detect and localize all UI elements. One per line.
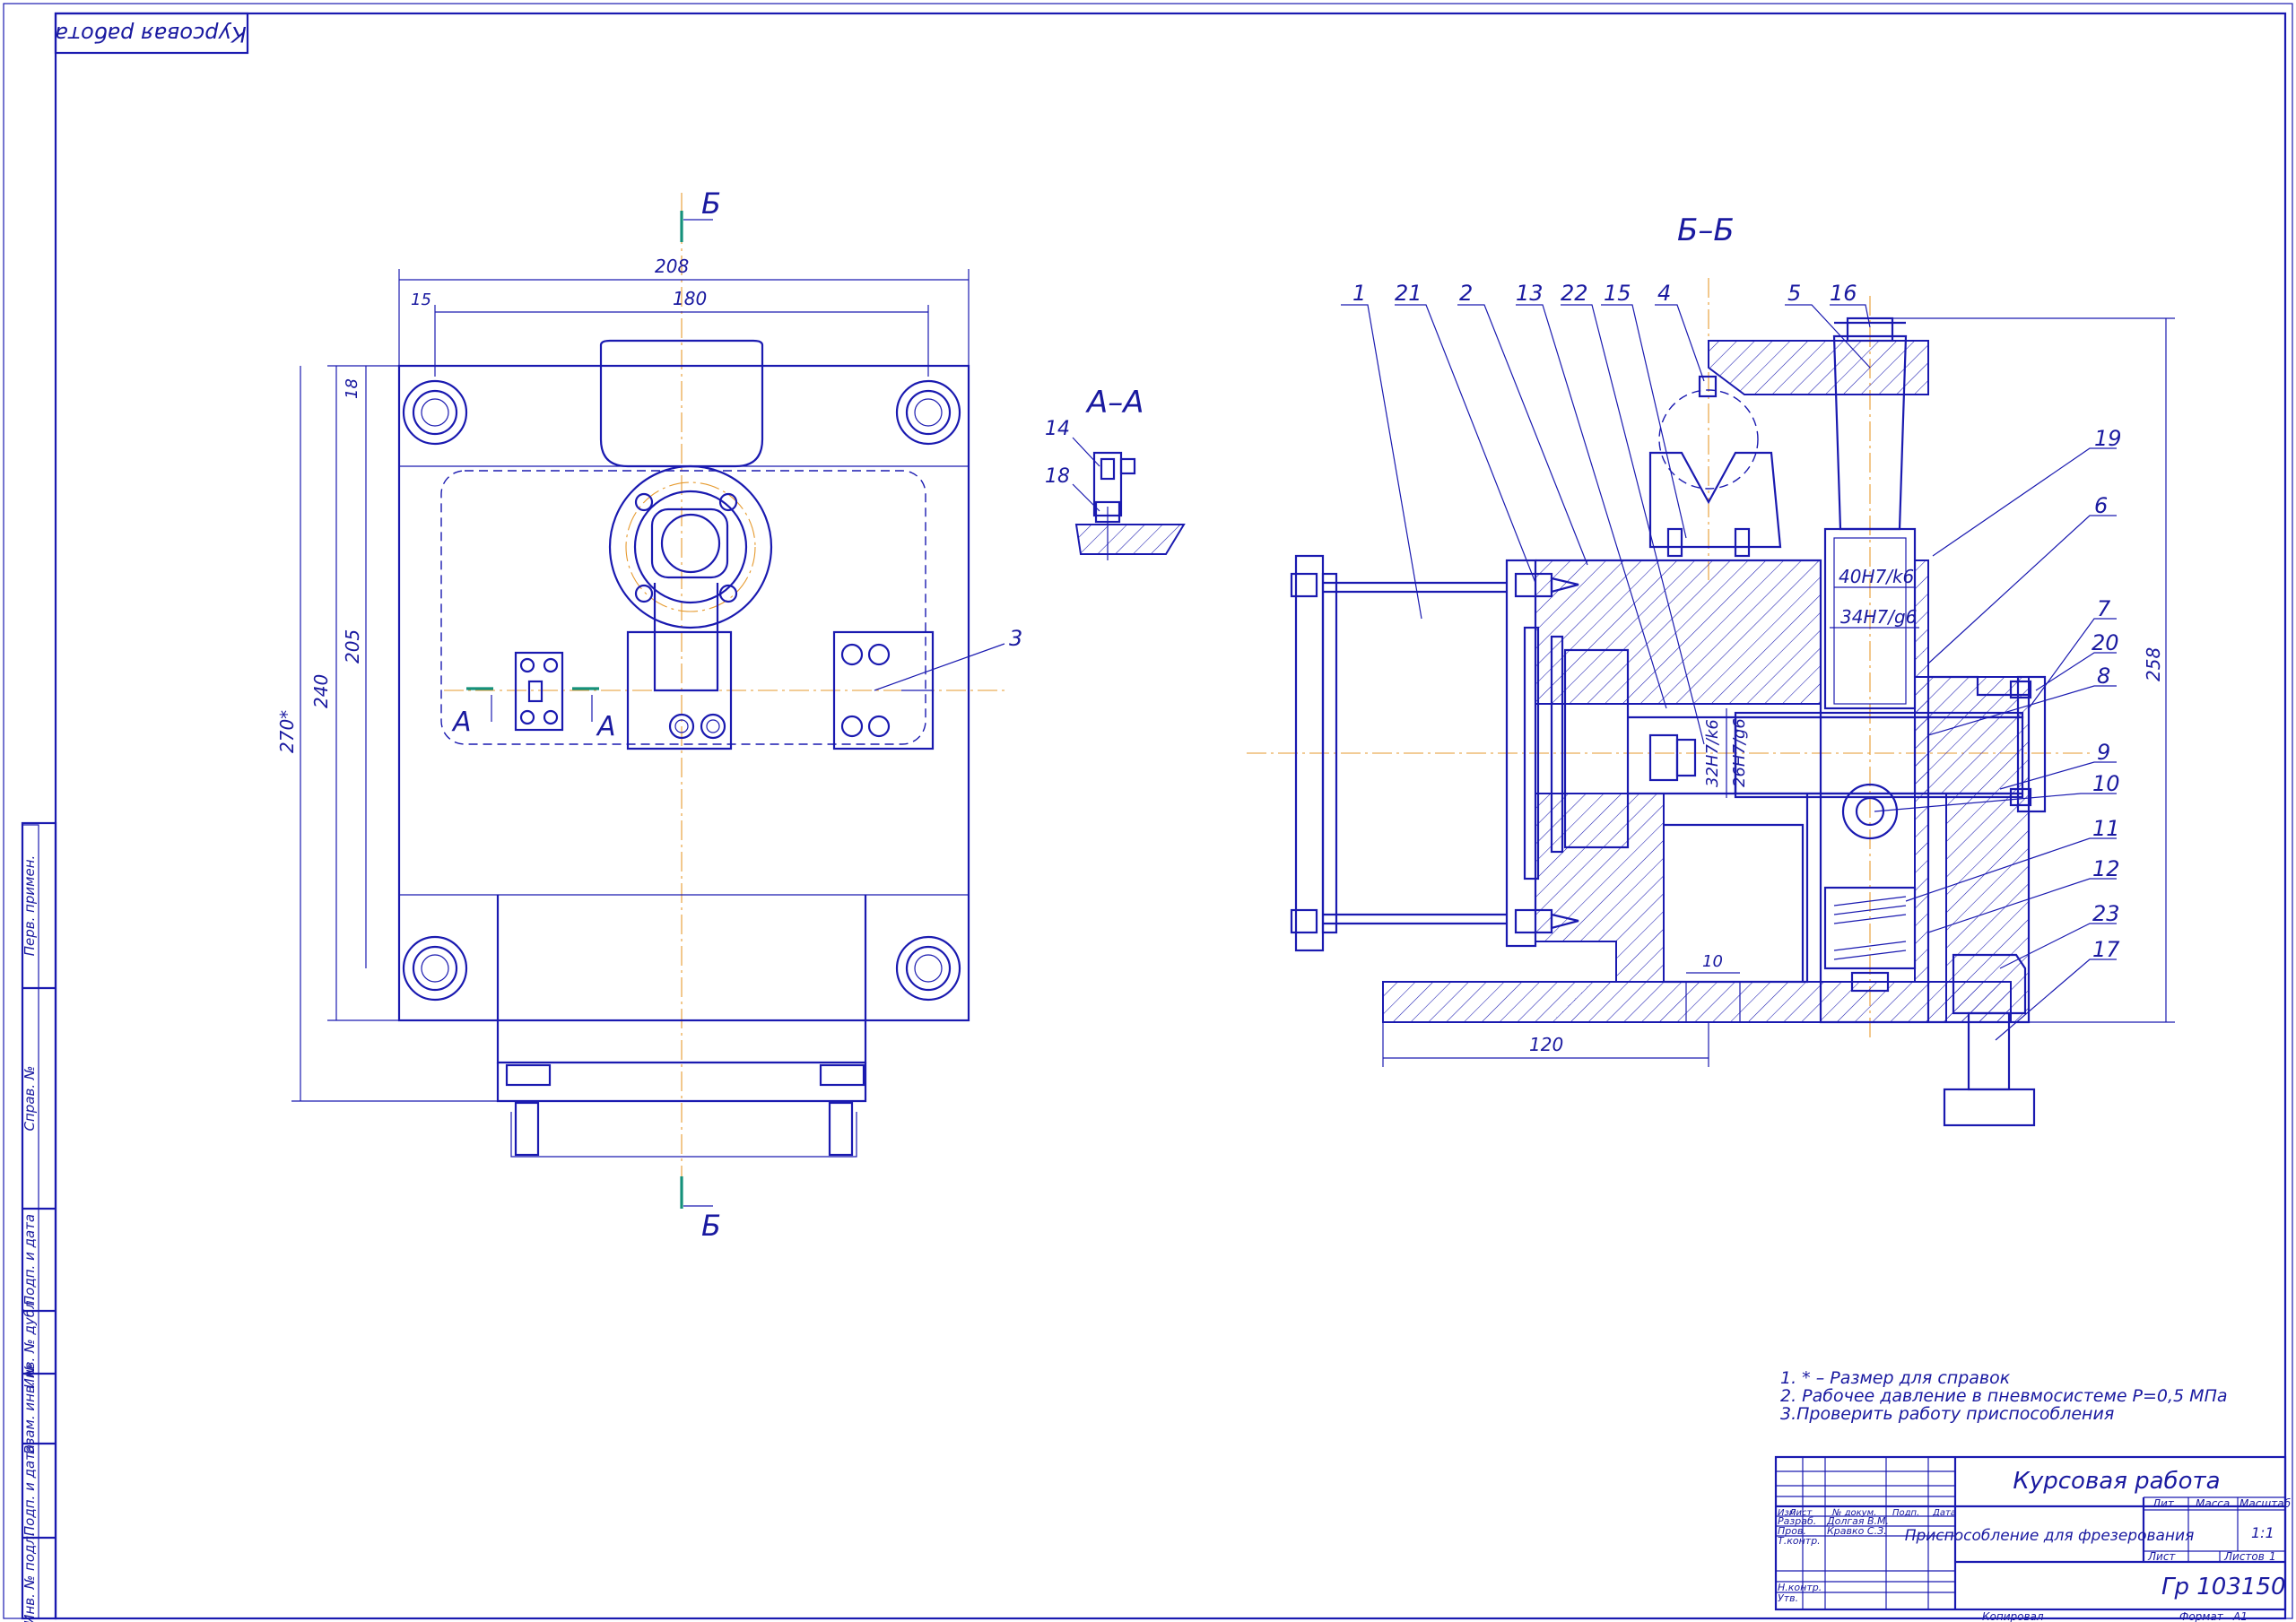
dim-15: 15 [411, 291, 431, 309]
callout-4: 4 [1657, 281, 1671, 306]
tb-sheet: Лист [2147, 1550, 2176, 1563]
plan-view: А А Б Б 208 180 15 18 205 240 270* 3 [276, 186, 1022, 1243]
tb-sheets-value: 1 [2269, 1550, 2276, 1563]
callout-15: 15 [1604, 281, 1631, 306]
section-aa-view: А–А 14 18 [1045, 385, 1186, 560]
note-line: 1. * – Размер для справок [1780, 1368, 2011, 1388]
technical-notes: 1. * – Размер для справок 2. Рабочее дав… [1780, 1368, 2228, 1424]
callout-22: 22 [1561, 281, 1588, 306]
strip-label: Взам. инв. № [22, 1363, 38, 1454]
dim-205: 205 [342, 629, 363, 664]
side-strip: Перв. примен. Справ. № Подп. и дата Инв.… [21, 821, 57, 1622]
tb-role: Т.контр. [1778, 1535, 1821, 1547]
tb-title: Курсовая работа [2013, 1468, 2220, 1495]
section-a-mark: А [451, 707, 472, 738]
callout-7: 7 [2097, 596, 2111, 621]
dim-180: 180 [673, 288, 707, 309]
note-line: 3.Проверить работу приспособления [1780, 1404, 2114, 1424]
tb-person: Кравко С.З. [1827, 1525, 1887, 1537]
tb-scale: Масштаб [2239, 1497, 2292, 1510]
dim-18: 18 [343, 378, 361, 399]
strip-label: Справ. № [22, 1066, 38, 1132]
tb-sheets: Листов [2223, 1550, 2265, 1563]
section-b-mark: Б [701, 1209, 721, 1243]
dim-120: 120 [1529, 1034, 1563, 1055]
callout-20: 20 [2092, 630, 2119, 655]
callout-12: 12 [2092, 856, 2120, 881]
dim-258: 258 [2143, 647, 2164, 681]
tb-format-value: А1 [2232, 1610, 2248, 1622]
section-a-mark: А [596, 711, 616, 742]
dim-34h7g6: 34H7/g6 [1840, 606, 1917, 628]
callout-18: 18 [1045, 465, 1070, 488]
tb-head: Подп. [1892, 1508, 1919, 1518]
dim-40h7k6: 40H7/k6 [1839, 566, 1914, 587]
callout-11: 11 [2092, 816, 2120, 841]
section-bb-view: Б–Б 40H7/k6 34H7/g6 32H7/k6 26H7/g6 258 … [1247, 213, 2175, 1127]
callout-10: 10 [2092, 771, 2120, 796]
section-b-mark: Б [701, 186, 721, 221]
tb-role: Утв. [1778, 1592, 1798, 1604]
callout-5: 5 [1787, 281, 1801, 306]
tb-mass: Масса [2196, 1497, 2230, 1510]
tb-lit: Лит. [2152, 1497, 2178, 1510]
callout-1: 1 [1352, 281, 1366, 306]
callout-16: 16 [1830, 281, 1857, 306]
callout-2: 2 [1459, 281, 1473, 306]
section-bb-title: Б–Б [1677, 213, 1735, 248]
strip-label: Подп. и дата [22, 1444, 38, 1536]
tb-scale-value: 1:1 [2251, 1524, 2274, 1541]
dim-208: 208 [655, 256, 689, 277]
strip-label: Перв. примен. [22, 855, 38, 957]
section-aa-title: А–А [1085, 385, 1144, 421]
dim-32h7k6: 32H7/k6 [1703, 719, 1722, 787]
title-block: Курсовая работа Приспособление для фрезе… [1774, 1455, 2292, 1622]
tb-copied: Копировал [1982, 1610, 2044, 1622]
tb-name: Приспособление для фрезерования [1905, 1527, 2195, 1545]
strip-label: Подп. и дата [22, 1214, 38, 1305]
strip-label: Инв. № подл. [22, 1531, 38, 1622]
callout-19: 19 [2094, 426, 2122, 451]
callout-9: 9 [2097, 740, 2110, 765]
dim-240: 240 [310, 674, 332, 708]
drawing-sheet: Курсовая работа Перв. примен. Справ. № П… [3, 3, 2293, 1622]
callout-8: 8 [2097, 664, 2110, 689]
frame-stamp: Курсовая работа [55, 22, 246, 47]
dim-10: 10 [1702, 952, 1723, 971]
tb-format: Формат [2179, 1610, 2224, 1622]
callout-14: 14 [1045, 418, 1070, 440]
dim-26h7g6: 26H7/g6 [1730, 718, 1749, 787]
note-line: 2. Рабочее давление в пневмосистеме Р=0,… [1780, 1386, 2228, 1406]
callout-23: 23 [2092, 901, 2120, 926]
dim-270: 270* [276, 710, 298, 753]
callout-3: 3 [1009, 626, 1022, 651]
callout-6: 6 [2094, 493, 2108, 518]
callout-17: 17 [2092, 937, 2120, 962]
tb-code: Гр 103150 [2161, 1574, 2286, 1600]
callout-13: 13 [1516, 281, 1544, 306]
callout-21: 21 [1395, 281, 1422, 306]
tb-head: Дата [1932, 1508, 1956, 1518]
